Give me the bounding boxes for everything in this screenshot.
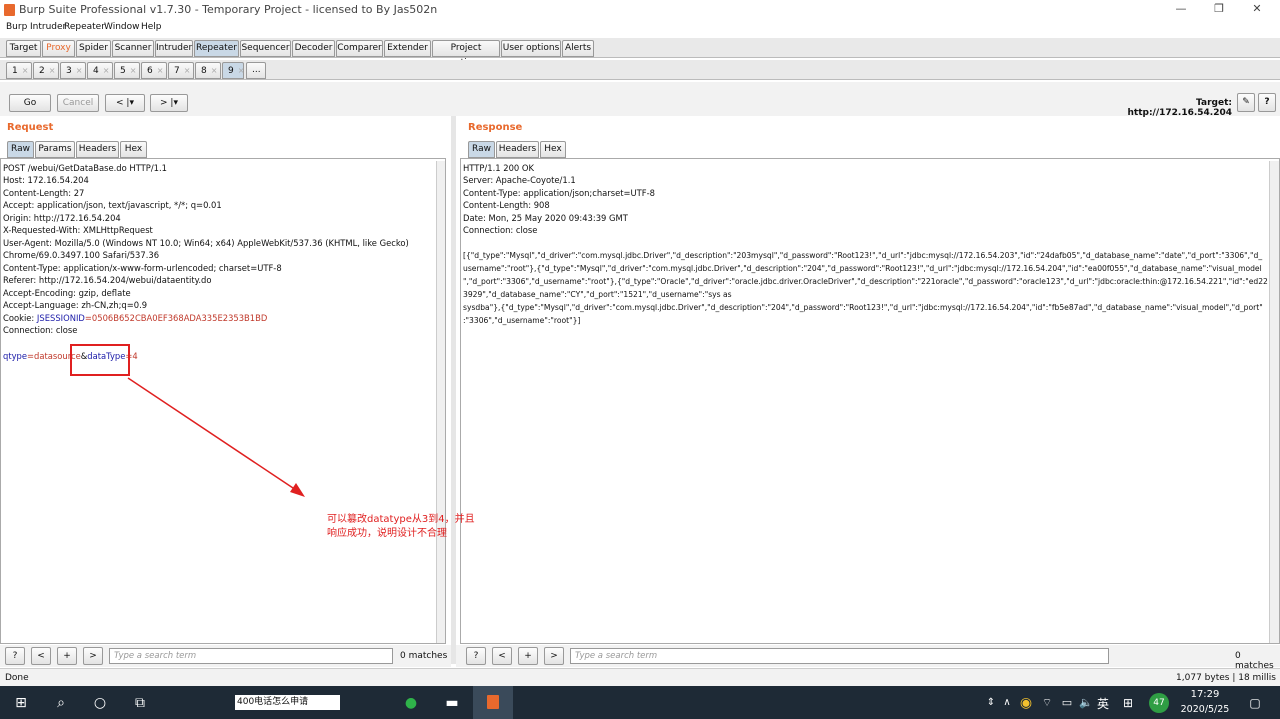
notification-badge[interactable]: 47 [1149, 693, 1169, 713]
cortana-icon[interactable]: ○ [89, 692, 111, 714]
ime-icon[interactable]: ⊞ [1117, 692, 1139, 714]
status-text: Done [5, 673, 29, 683]
burp-taskbar-icon [487, 695, 499, 709]
taskbar-search-box[interactable]: 400电话怎么申请 [235, 695, 340, 710]
clock-time[interactable]: 17:29 [1180, 689, 1230, 700]
annotation-text: 可以篡改datatype从3到4，并且响应成功，说明设计不合理 [327, 514, 475, 539]
action-center-icon[interactable]: ▢ [1244, 692, 1266, 714]
search-icon[interactable]: ⌕ [50, 692, 72, 714]
windows-start-icon[interactable]: ⊞ [10, 692, 32, 714]
status-bar: Done 1,077 bytes | 18 millis [0, 668, 1280, 686]
volume-icon[interactable]: 🔈 [1075, 692, 1097, 714]
clock-date[interactable]: 2020/5/25 [1176, 704, 1234, 715]
task-view-icon[interactable]: ⧉ [129, 692, 151, 714]
tray-app-icon[interactable]: ◉ [1015, 692, 1037, 714]
wechat-icon[interactable]: ● [400, 692, 422, 714]
terminal-icon[interactable]: ▬ [441, 692, 463, 714]
taskbar: ⊞ ⌕ ○ ⧉ 400电话怎么申请 ● ▬ ⇕ ∧ ◉ ⌔ ▭ 🔈 英 ⊞ 47… [0, 686, 1280, 719]
network-icon[interactable]: ⌔ [1036, 692, 1058, 714]
annotation-arrow-icon [127, 377, 305, 497]
burp-taskbar-button[interactable] [473, 686, 513, 719]
response-stats: 1,077 bytes | 18 millis [1176, 673, 1276, 683]
input-language[interactable]: 英 [1097, 695, 1109, 712]
